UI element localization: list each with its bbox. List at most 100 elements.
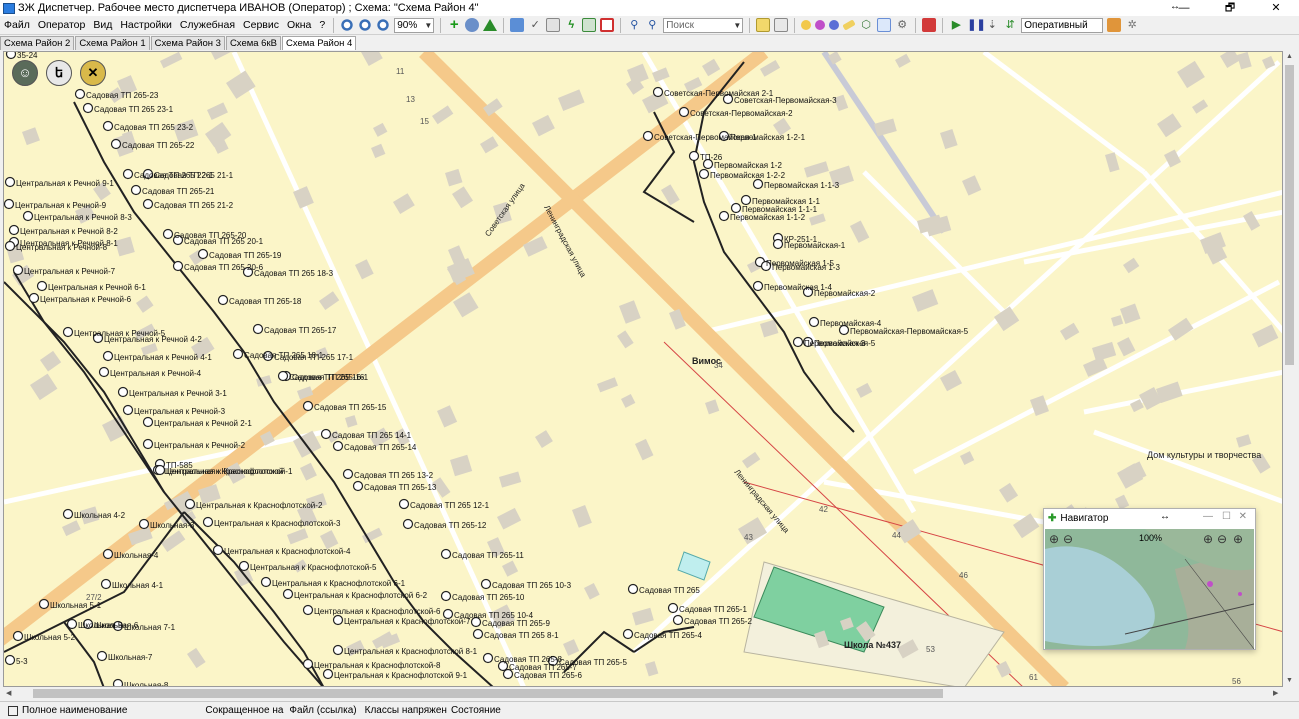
sadovaya-node[interactable] [5, 52, 17, 60]
centralnaya-node[interactable] [122, 404, 134, 416]
grid-icon[interactable] [600, 18, 615, 32]
sadovaya-node[interactable] [352, 480, 364, 492]
sadovaya-node[interactable] [197, 248, 209, 260]
centralnaya-node[interactable] [322, 668, 334, 680]
menu-service[interactable]: Сервис [239, 16, 283, 35]
window-icon[interactable] [877, 18, 892, 32]
pervomayskaya-node[interactable] [740, 194, 752, 206]
pervomayskaya-node[interactable] [752, 178, 764, 190]
horizontal-scroll-thumb[interactable] [33, 689, 943, 698]
menu-service-utility[interactable]: Служебная [176, 16, 239, 35]
centralnaya-node[interactable] [202, 516, 214, 528]
compass-button[interactable]: ✕ [80, 60, 106, 86]
binoculars-find-icon[interactable]: ⚲ [645, 18, 659, 32]
navigator-window[interactable]: ✚ Навигатор ↔ — ☐ ✕ ⊕ ⊖ 100% ⊕ ⊖ ⊕ [1043, 508, 1256, 650]
sadovaya-node[interactable] [74, 88, 86, 100]
navigator-zoom-in-icon[interactable]: ⊕ [1049, 532, 1059, 546]
centralnaya-node[interactable] [4, 240, 16, 252]
sadovaya-node[interactable] [172, 260, 184, 272]
pause-icon[interactable]: ❚❚ [967, 18, 985, 32]
centralnaya-node[interactable] [36, 280, 48, 292]
zoom-fit-icon[interactable] [376, 18, 391, 32]
tab-schema-district-1[interactable]: Схема Район 1 [75, 36, 150, 50]
sadovaya-node[interactable] [82, 102, 94, 114]
sadovaya-node[interactable] [162, 228, 174, 240]
shape-icon[interactable]: ⬡ [859, 18, 873, 32]
zoom-select[interactable]: 90% ▼ [394, 17, 435, 33]
search-globe-icon[interactable] [465, 18, 480, 32]
pervomayskaya-node[interactable] [688, 150, 700, 162]
sadovaya-node[interactable] [332, 440, 344, 452]
navigator-zoom-minus-icon[interactable]: ⊖ [1217, 532, 1227, 546]
zoom-in-icon[interactable] [340, 18, 355, 32]
navigator-maximize-button[interactable]: ☐ [1222, 511, 1231, 522]
navigator-zoom-out-icon[interactable]: ⊖ [1063, 532, 1073, 546]
sadovaya-node[interactable] [217, 294, 229, 306]
tab-schema-district-2[interactable]: Схема Район 2 [0, 36, 75, 50]
sadovaya-node[interactable] [402, 518, 414, 530]
shkolnaya-node[interactable] [102, 548, 114, 560]
purple-dot-icon[interactable] [815, 20, 826, 30]
shkolnaya-node[interactable] [138, 518, 150, 530]
sadovaya-node[interactable] [622, 628, 634, 640]
table-view-icon[interactable] [774, 18, 789, 32]
centralnaya-node[interactable] [302, 658, 314, 670]
scroll-left-icon[interactable]: ◀ [6, 689, 11, 697]
vertical-scroll-thumb[interactable] [1285, 65, 1294, 365]
scroll-up-icon[interactable]: ▲ [1286, 53, 1293, 60]
sadovaya-node[interactable] [440, 590, 452, 602]
menu-help[interactable]: ? [315, 16, 329, 35]
centralnaya-node[interactable] [282, 588, 294, 600]
shkolnaya-node[interactable] [12, 630, 24, 642]
pervomayskaya-node[interactable] [642, 130, 654, 142]
pervomayskaya-node[interactable] [752, 280, 764, 292]
triangle-icon[interactable] [483, 19, 498, 31]
status-checkbox[interactable] [8, 705, 18, 716]
sadovaya-node[interactable] [472, 628, 484, 640]
navigator-minimap[interactable]: ⊕ ⊖ 100% ⊕ ⊖ ⊕ [1045, 529, 1254, 649]
zoom-out-icon[interactable] [358, 18, 373, 32]
centralnaya-node[interactable] [12, 264, 24, 276]
binoculars-icon[interactable]: ⚲ [627, 18, 641, 32]
yellow-dot-icon[interactable] [801, 20, 812, 30]
centralnaya-node[interactable] [184, 498, 196, 510]
sadovaya-node[interactable] [627, 583, 639, 595]
sadovaya-node[interactable] [122, 168, 134, 180]
tab-schema-6kv[interactable]: Схема 6кВ [225, 36, 281, 50]
navigator-zoom-plus-icon[interactable]: ⊕ [1203, 532, 1213, 546]
letter-e-button[interactable]: ե [46, 60, 72, 86]
centralnaya-node[interactable] [332, 614, 344, 626]
sadovaya-node[interactable] [667, 602, 679, 614]
centralnaya-node[interactable] [238, 560, 250, 572]
pervomayskaya-node[interactable] [678, 106, 690, 118]
scroll-right-icon[interactable]: ▶ [1273, 689, 1278, 697]
pervomayskaya-node[interactable] [718, 210, 730, 222]
tab-schema-district-3[interactable]: Схема Район 3 [150, 36, 225, 50]
flag-red-icon[interactable] [922, 18, 937, 32]
centralnaya-node[interactable] [260, 576, 272, 588]
menu-windows[interactable]: Окна [283, 16, 315, 35]
centralnaya-node[interactable] [4, 198, 15, 210]
sadovaya-node[interactable] [110, 138, 122, 150]
sadovaya-node[interactable] [342, 468, 354, 480]
search-input[interactable]: Поиск ▼ [663, 17, 744, 33]
tab-schema-district-4[interactable]: Схема Район 4 [281, 36, 357, 50]
close-button[interactable]: ✕ [1253, 0, 1299, 16]
check-icon[interactable]: ✓ [528, 18, 542, 32]
chart-icon[interactable]: ⇵ [1003, 18, 1017, 32]
navigator-fit-icon[interactable]: ⊕ [1233, 532, 1243, 546]
sadovaya-node[interactable] [232, 348, 244, 360]
edit-icon[interactable] [510, 18, 525, 32]
sadovaya-node[interactable] [142, 198, 154, 210]
avatar-button[interactable]: ☺ [12, 60, 38, 86]
centralnaya-node[interactable] [142, 416, 154, 428]
sadovaya-node[interactable] [440, 548, 452, 560]
centralnaya-node[interactable] [212, 544, 224, 556]
shkolnaya-node[interactable] [96, 650, 108, 662]
centralnaya-node[interactable] [22, 210, 34, 222]
menu-settings[interactable]: Настройки [116, 16, 176, 35]
centralnaya-node[interactable] [302, 604, 314, 616]
mode-select[interactable]: Оперативный [1021, 17, 1104, 33]
pervomayskaya-node[interactable] [808, 316, 820, 328]
menu-file[interactable]: Файл [0, 16, 34, 35]
